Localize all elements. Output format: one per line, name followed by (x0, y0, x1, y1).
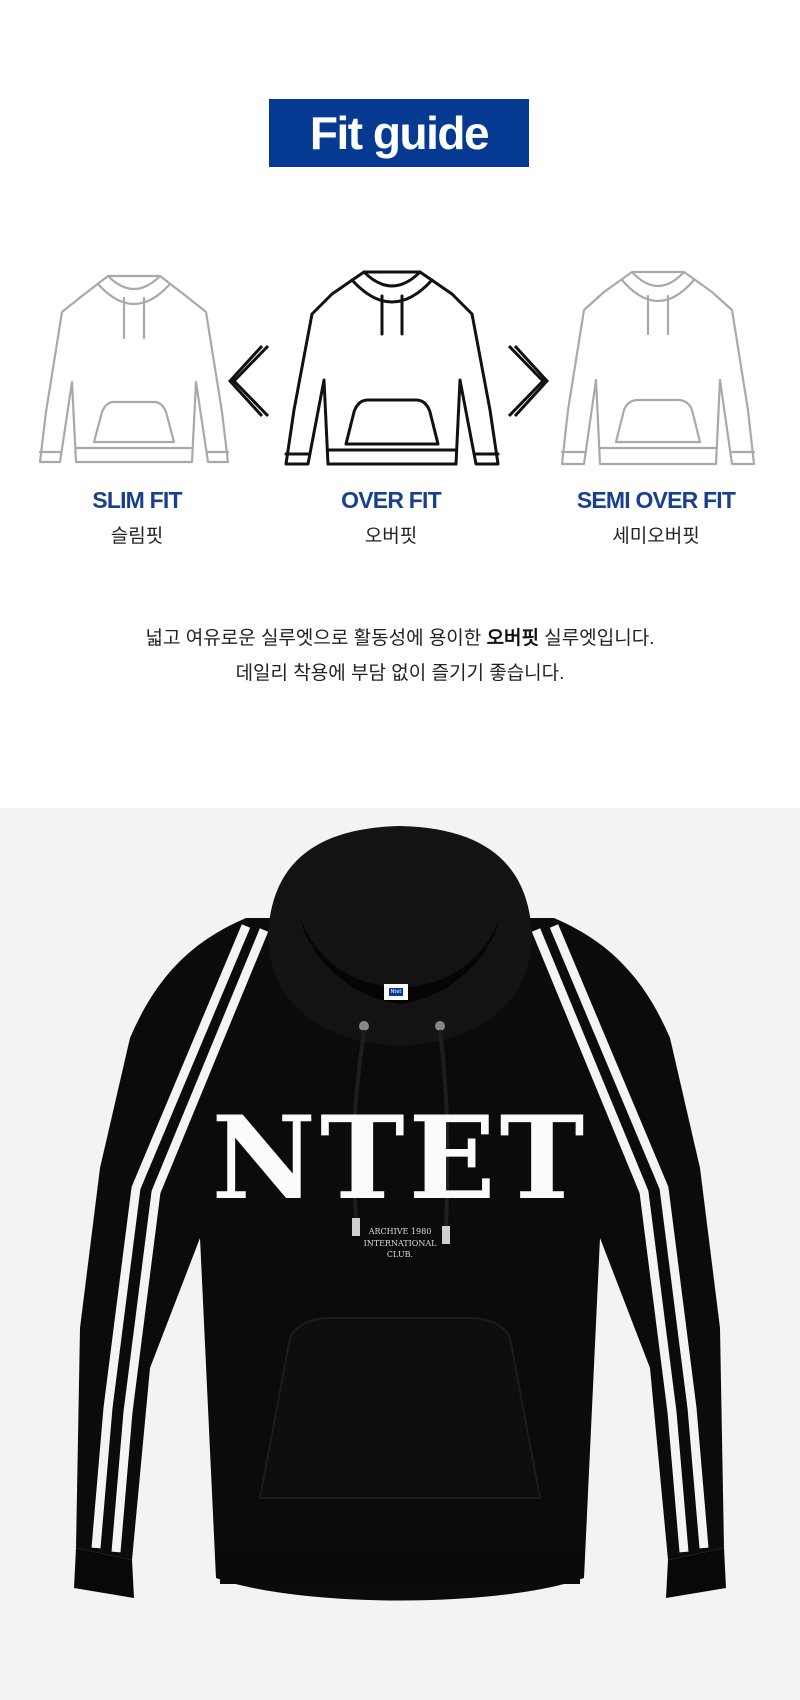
chevron-left-icon (228, 344, 270, 418)
product-photo: Ntet NTET ARCHIVE 1980 INTERNATIONAL CLU… (0, 808, 800, 1700)
description-text: 넓고 여유로운 실루엣으로 활동성에 용이한 (145, 628, 487, 649)
fit-label-over: OVER FIT (341, 487, 441, 513)
hoodie-icon (38, 274, 230, 464)
fit-label-slim: SLIM FIT (92, 487, 182, 513)
hoodie-icon (560, 270, 756, 466)
fit-sub-semi-over: 세미오버핏 (612, 526, 700, 547)
fit-description-line-2: 데일리 착용에 부담 없이 즐기기 좋습니다. (235, 663, 565, 684)
chest-print-logo: NTET (211, 1091, 589, 1225)
fit-guide-title-badge: Fit guide (269, 99, 529, 167)
fit-sub-over: 오버핏 (364, 526, 418, 547)
fit-illustrations (0, 262, 800, 482)
print-sub-line: ARCHIVE 1980 (368, 1227, 432, 1236)
fit-sub-slim: 슬림핏 (110, 526, 164, 547)
brand-tag: Ntet (384, 984, 408, 1000)
print-sub-line: INTERNATIONAL (363, 1238, 437, 1248)
description-emphasis: 오버핏 (486, 628, 540, 649)
print-sub-line: CLUB. (386, 1250, 414, 1260)
fit-label-semi-over: SEMI OVER FIT (576, 487, 736, 513)
fit-description-line-1: 넓고 여유로운 실루엣으로 활동성에 용이한 오버핏 실루엣입니다. (0, 628, 800, 651)
hoodie-icon (284, 270, 500, 466)
chest-print-subtext: ARCHIVE 1980 INTERNATIONAL CLUB. (340, 1226, 460, 1261)
page-title: Fit guide (309, 107, 490, 159)
chevron-right-icon (507, 344, 549, 418)
description-text: 실루엣입니다. (539, 628, 655, 649)
